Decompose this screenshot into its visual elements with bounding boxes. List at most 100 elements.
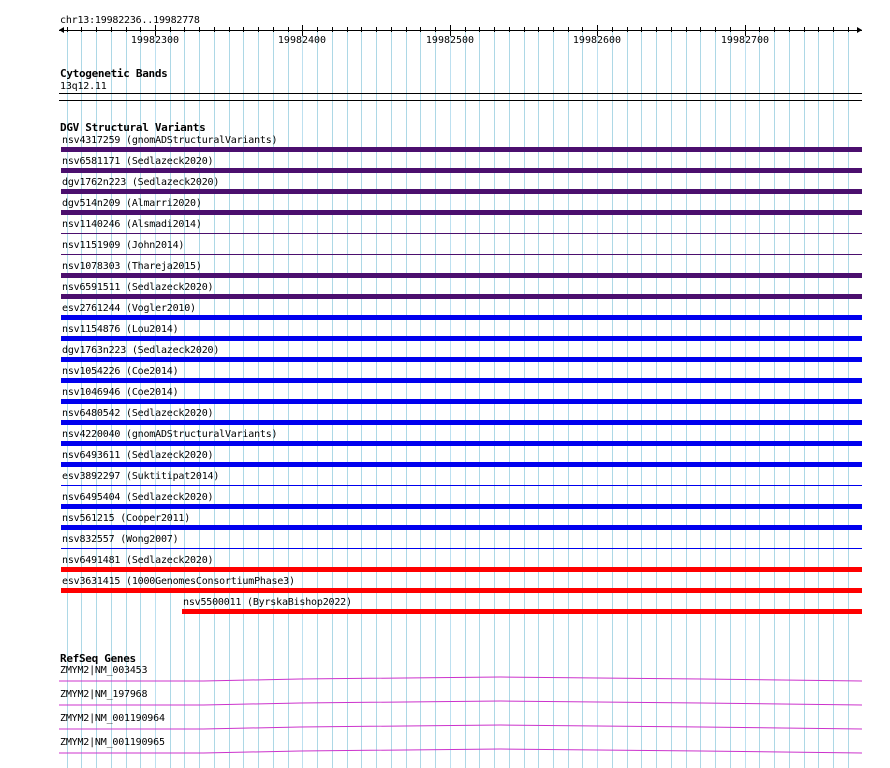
variant-bar[interactable] — [61, 485, 862, 486]
ruler-tick — [406, 27, 407, 32]
gene-model[interactable] — [59, 700, 862, 708]
variant-label[interactable]: nsv561215 (Cooper2011) — [62, 513, 190, 524]
ruler-tick — [730, 27, 731, 32]
variant-label[interactable]: nsv4220040 (gnomADStructuralVariants) — [62, 429, 278, 440]
scroll-right-arrow-icon[interactable] — [857, 27, 862, 33]
variant-bar[interactable] — [61, 233, 862, 234]
variant-label[interactable]: nsv1140246 (Alsmadi2014) — [62, 219, 202, 230]
variant-bar[interactable] — [61, 168, 862, 173]
variant-label[interactable]: esv3631415 (1000GenomesConsortiumPhase3) — [62, 576, 295, 587]
variant-bar[interactable] — [61, 210, 862, 215]
variant-bar[interactable] — [61, 462, 862, 467]
ruler-tick — [273, 27, 274, 32]
ruler-tick-label: 19982500 — [425, 35, 475, 46]
ruler-tick — [96, 27, 97, 32]
ruler-tick — [199, 27, 200, 32]
variant-label[interactable]: nsv6493611 (Sedlazeck2020) — [62, 450, 214, 461]
variant-bar[interactable] — [61, 294, 862, 299]
variant-bar[interactable] — [61, 357, 862, 362]
variant-bar[interactable] — [61, 588, 862, 593]
ruler-tick — [833, 27, 834, 32]
ruler-tick — [67, 27, 68, 32]
variant-bar[interactable] — [61, 504, 862, 509]
ruler-tick-label: 19982300 — [130, 35, 180, 46]
genome-browser-view: chr13:19982236..19982778 19982300 1998240… — [0, 0, 890, 768]
ruler-tick — [288, 27, 289, 32]
variant-label[interactable]: nsv1151909 (John2014) — [62, 240, 184, 251]
variant-label[interactable]: nsv5500011 (ByrskaBishop2022) — [183, 597, 352, 608]
variant-label[interactable]: nsv1078303 (Thareja2015) — [62, 261, 202, 272]
variant-bar[interactable] — [182, 609, 862, 614]
ruler-tick — [553, 27, 554, 32]
variant-label[interactable]: dgv514n209 (Almarri2020) — [62, 198, 202, 209]
variant-label[interactable]: nsv6480542 (Sedlazeck2020) — [62, 408, 214, 419]
gene-label[interactable]: ZMYM2|NM_001190965 — [60, 737, 165, 748]
gene-model[interactable] — [59, 676, 862, 684]
ruler-tick — [184, 27, 185, 32]
variant-bar[interactable] — [61, 336, 862, 341]
variant-bar[interactable] — [61, 441, 862, 446]
variant-bar[interactable] — [61, 254, 862, 255]
variant-bar[interactable] — [61, 378, 862, 383]
ruler-tick — [420, 27, 421, 32]
ruler-tick — [686, 27, 687, 32]
ruler-tick — [627, 27, 628, 32]
ruler-tick — [671, 27, 672, 32]
variant-label[interactable]: nsv4317259 (gnomADStructuralVariants) — [62, 135, 278, 146]
ruler-tick — [494, 27, 495, 32]
variant-label[interactable]: nsv6495404 (Sedlazeck2020) — [62, 492, 214, 503]
ruler-tick — [140, 27, 141, 32]
ruler-tick — [804, 27, 805, 32]
ruler-tick — [81, 27, 82, 32]
ruler-tick-label: 19982700 — [720, 35, 770, 46]
variant-bar[interactable] — [61, 147, 862, 152]
ruler-tick — [170, 27, 171, 32]
ruler-tick — [641, 27, 642, 32]
variant-label[interactable]: nsv1054226 (Coe2014) — [62, 366, 179, 377]
variant-label[interactable]: esv2761244 (Vogler2010) — [62, 303, 196, 314]
variant-bar[interactable] — [61, 420, 862, 425]
variant-label[interactable]: nsv1154876 (Lou2014) — [62, 324, 179, 335]
variant-bar[interactable] — [61, 189, 862, 194]
ruler-tick — [612, 27, 613, 32]
ruler-tick — [582, 27, 583, 32]
variant-bar[interactable] — [61, 525, 862, 530]
dgv-track-title: DGV Structural Variants — [60, 121, 206, 134]
gene-intron-line — [59, 748, 862, 754]
cytoband-label[interactable]: 13q12.11 — [60, 81, 107, 92]
variant-bar[interactable] — [61, 399, 862, 404]
gene-label[interactable]: ZMYM2|NM_197968 — [60, 689, 148, 700]
gene-intron-line — [59, 700, 862, 706]
gene-intron-line — [59, 676, 862, 682]
ruler-tick — [214, 27, 215, 32]
variant-label[interactable]: nsv1046946 (Coe2014) — [62, 387, 179, 398]
cytoband-border-bottom — [59, 100, 862, 101]
ruler-tick — [656, 27, 657, 32]
variant-label[interactable]: nsv6591511 (Sedlazeck2020) — [62, 282, 214, 293]
ruler-tick-label: 19982400 — [277, 35, 327, 46]
variant-label[interactable]: nsv832557 (Wong2007) — [62, 534, 179, 545]
gene-model[interactable] — [59, 724, 862, 732]
ruler-tick — [317, 27, 318, 32]
ruler-tick — [361, 27, 362, 32]
variant-bar[interactable] — [61, 548, 862, 549]
variant-bar[interactable] — [61, 315, 862, 320]
variant-label[interactable]: nsv6581171 (Sedlazeck2020) — [62, 156, 214, 167]
variant-bar[interactable] — [61, 273, 862, 278]
variant-label[interactable]: nsv6491481 (Sedlazeck2020) — [62, 555, 214, 566]
variant-label[interactable]: dgv1763n223 (Sedlazeck2020) — [62, 345, 219, 356]
refseq-track-title: RefSeq Genes — [60, 652, 136, 665]
variant-label[interactable]: dgv1762n223 (Sedlazeck2020) — [62, 177, 219, 188]
gene-label[interactable]: ZMYM2|NM_001190964 — [60, 713, 165, 724]
variant-label[interactable]: esv3892297 (Suktitipat2014) — [62, 471, 219, 482]
gene-model[interactable] — [59, 748, 862, 756]
ruler-line — [59, 30, 862, 31]
ruler-tick — [376, 27, 377, 32]
ruler-tick — [126, 27, 127, 32]
ruler-tick — [848, 27, 849, 32]
variant-bar[interactable] — [61, 567, 862, 572]
ruler-tick-label: 19982600 — [572, 35, 622, 46]
gene-label[interactable]: ZMYM2|NM_003453 — [60, 665, 148, 676]
ruler-tick — [774, 27, 775, 32]
ruler-tick — [347, 27, 348, 32]
